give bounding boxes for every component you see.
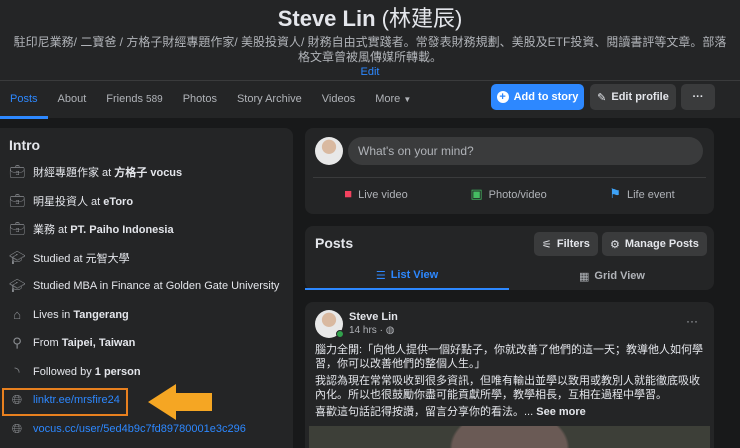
profile-header: Steve Lin (林建辰) 駐印尼業務/ 二寶爸 / 方格子財經專題作家/ … <box>0 0 740 80</box>
profile-bio: 駐印尼業務/ 二寶爸 / 方格子財經專題作家/ 美股投資人/ 財務自由式實踐者。… <box>13 35 727 64</box>
post-menu-button[interactable]: ··· <box>686 314 698 328</box>
intro-item: ◝ Followed by 1 person <box>9 358 284 387</box>
home-icon: ⌂ <box>13 307 21 323</box>
list-view-tab[interactable]: ☰ List View <box>305 262 509 290</box>
manage-posts-button[interactable]: ⚙ Manage Posts <box>602 232 707 256</box>
plus-circle-icon: + <box>496 91 509 103</box>
post-card: Steve Lin 14 hrs · ◍ ··· 腦力全開:「向他人提供一個好點… <box>305 302 714 448</box>
intro-item: 💼︎ 明星投資人 at eToro <box>9 192 134 208</box>
life-event-button[interactable]: ⚑ Life event <box>609 186 674 202</box>
live-video-button[interactable]: ■ Live video <box>344 186 407 201</box>
briefcase-icon: 💼︎ <box>9 221 26 237</box>
pencil-icon: ✎ <box>597 91 607 104</box>
intro-item: 🎓︎ Studied at 元智大學 <box>9 249 130 265</box>
filters-button[interactable]: ⚟ Filters <box>534 232 598 256</box>
location-pin-icon: ⚲ <box>12 335 22 351</box>
photo-video-button[interactable]: ▣ Photo/video <box>470 186 546 202</box>
tab-about[interactable]: About <box>48 81 97 119</box>
arrow-left-icon <box>148 384 212 420</box>
globe-icon: 🌐︎ <box>11 420 23 436</box>
photo-icon: ▣ <box>470 185 483 201</box>
tab-friends[interactable]: Friends 589 <box>96 81 172 119</box>
briefcase-icon: 💼︎ <box>9 192 26 208</box>
composer-card: What's on your mind? ■ Live video ▣ Photo/… <box>305 128 714 214</box>
intro-item: 💼︎ 財經專題作家 at 方格子 vocus <box>9 164 183 180</box>
video-camera-icon: ■ <box>344 186 353 201</box>
rss-icon: ◝ <box>14 363 20 379</box>
tab-more[interactable]: More ▼ <box>365 81 421 119</box>
more-options-button[interactable]: ··· <box>681 84 715 110</box>
edit-bio-link[interactable]: Edit <box>0 66 740 78</box>
intro-title: Intro <box>9 137 41 153</box>
graduation-cap-icon: 🎓︎ <box>9 249 26 265</box>
briefcase-icon: 💼︎ <box>9 164 26 180</box>
intro-item: ⌂ Lives in Tangerang <box>9 301 284 330</box>
post-text: 腦力全開:「向他人提供一個好點子，你就改善了他們的這一天；教導他人如何學習，你可… <box>315 344 704 418</box>
flag-icon: ⚑ <box>609 185 621 201</box>
posts-title: Posts <box>315 235 354 251</box>
status-input[interactable]: What's on your mind? <box>348 137 703 165</box>
graduation-cap-icon: 🎓︎ <box>9 278 26 294</box>
gear-icon: ⚙ <box>610 238 620 251</box>
intro-item: ⚲ From Taipei, Taiwan <box>9 329 284 358</box>
see-more-link[interactable]: See more <box>536 406 586 418</box>
caret-down-icon: ▼ <box>403 94 412 104</box>
tab-videos[interactable]: Videos <box>312 81 365 119</box>
posts-header-card: Posts ⚟ Filters ⚙ Manage Posts ☰ List View … <box>305 226 714 290</box>
grid-icon: ▦ <box>579 270 590 283</box>
post-author[interactable]: Steve Lin <box>349 311 398 323</box>
intro-item: 💼︎ 業務 at PT. Paiho Indonesia <box>9 221 174 237</box>
add-to-story-button[interactable]: + Add to story <box>491 84 584 110</box>
intro-link-vocus[interactable]: 🌐︎ vocus.cc/user/5ed4b9c7fd89780001e3c296 <box>9 415 284 444</box>
list-icon: ☰ <box>375 269 386 282</box>
intro-item: 🎓︎ Studied MBA in Finance at Golden Gate … <box>9 278 280 294</box>
avatar <box>315 137 343 165</box>
tab-posts[interactable]: Posts <box>0 81 48 119</box>
sliders-icon: ⚟ <box>542 238 552 251</box>
grid-view-tab[interactable]: ▦ Grid View <box>510 262 714 290</box>
tab-story-archive[interactable]: Story Archive <box>227 81 312 119</box>
post-meta: 14 hrs · ◍ <box>349 325 395 336</box>
edit-profile-button[interactable]: ✎ Edit profile <box>590 84 676 110</box>
tab-photos[interactable]: Photos <box>173 81 227 119</box>
globe-icon: ◍ <box>385 325 395 336</box>
profile-name: Steve Lin (林建辰) <box>277 6 463 31</box>
highlight-box <box>2 388 128 416</box>
post-author-avatar[interactable] <box>315 310 344 338</box>
post-image[interactable] <box>309 426 710 448</box>
